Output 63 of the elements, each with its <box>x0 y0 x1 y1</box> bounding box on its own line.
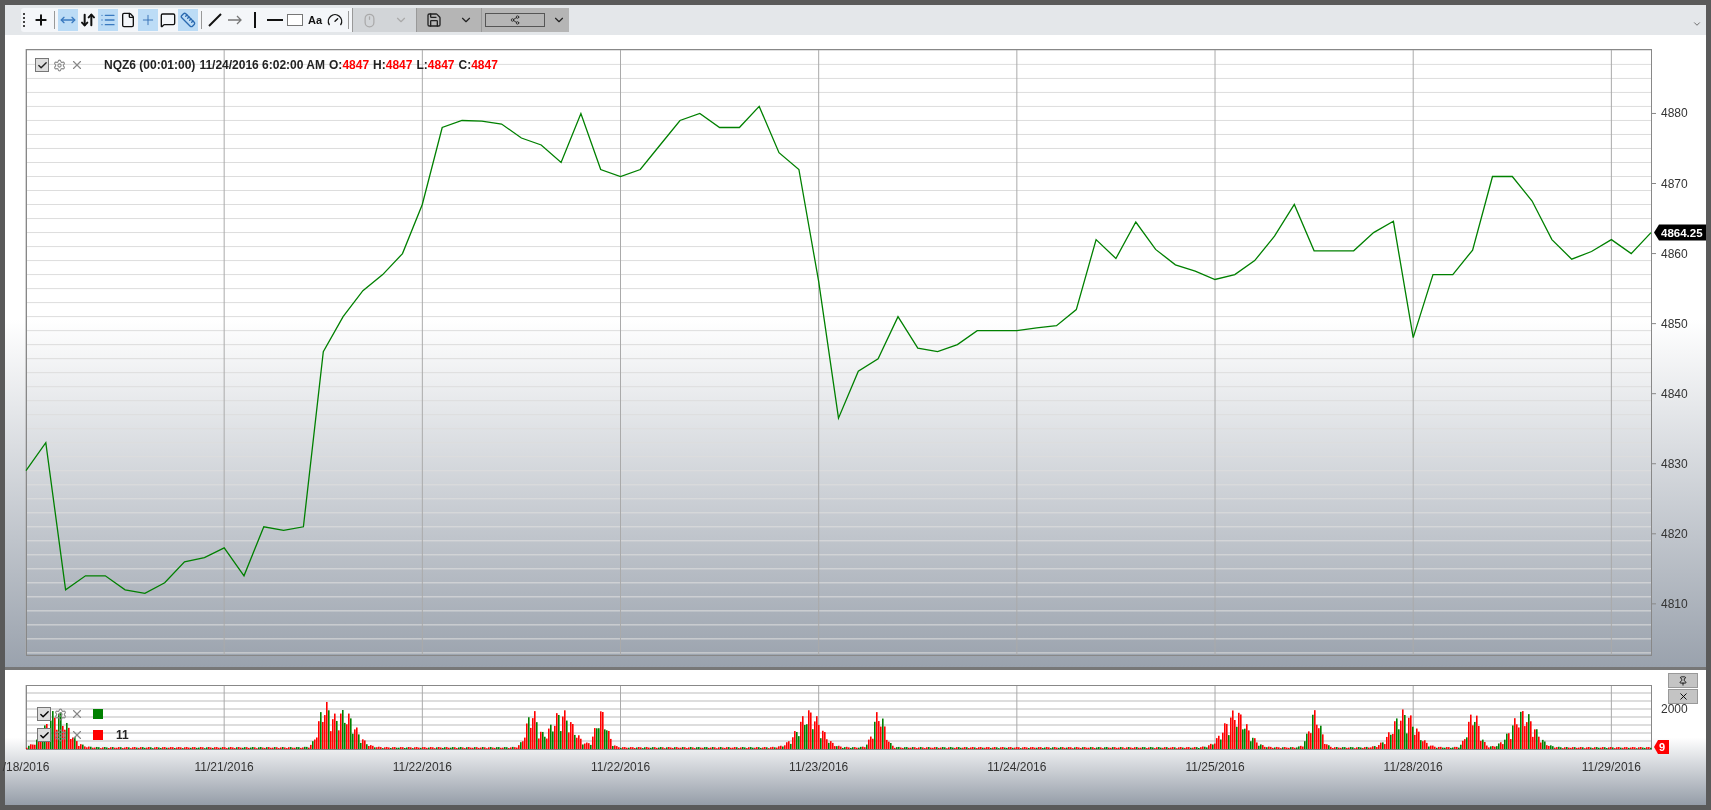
crosshair-icon <box>140 12 156 28</box>
gauge-icon <box>327 12 343 28</box>
y-axis-label: 4840 <box>1661 386 1688 401</box>
x-axis-label: 11/29/2016 <box>1581 760 1641 774</box>
x-axis-label: 11/24/2016 <box>987 760 1047 774</box>
ohlc-label: H: <box>373 58 386 72</box>
list-icon <box>100 12 116 28</box>
y-axis-label: 4860 <box>1661 246 1688 261</box>
volume-badge: 9 <box>1654 740 1669 754</box>
y-axis-label: 4810 <box>1661 596 1688 611</box>
x-axis-label: 11/22/2016 <box>590 760 651 774</box>
close-icon <box>1677 691 1689 702</box>
ohlc-value: 4847 <box>342 58 370 72</box>
last-price-tag: 4864.25 <box>1654 224 1706 241</box>
pin-button[interactable] <box>1668 673 1698 688</box>
arrow-icon <box>227 15 243 25</box>
save-icon <box>425 12 442 28</box>
vertical-line-icon <box>253 12 257 28</box>
mouse-icon <box>361 12 377 28</box>
x-axis-label: 11/22/2016 <box>392 760 452 774</box>
add-icon <box>33 12 49 28</box>
y-axis-label: 4850 <box>1661 316 1688 331</box>
y-axis-label: 4820 <box>1661 526 1688 541</box>
x-axis-label: 11/25/2016 <box>1185 760 1245 774</box>
rectangle-icon <box>287 14 303 26</box>
close-icon[interactable] <box>70 707 84 721</box>
series-value: 11 <box>116 728 129 742</box>
save-dropdown[interactable] <box>416 8 481 32</box>
timestamp-label: 11/24/2016 6:02:00 AM <box>199 58 326 72</box>
ohlc-label: C: <box>458 58 472 72</box>
ohlc-label: O: <box>329 58 343 72</box>
ohlc-label: L: <box>416 58 428 72</box>
overflow-chevron-icon <box>1692 19 1702 29</box>
y-axis-label: 2000 <box>1661 702 1688 716</box>
share-dropdown[interactable] <box>481 8 569 32</box>
share-icon <box>485 13 546 27</box>
ohlc-value: 4847 <box>471 58 498 72</box>
pin-icon <box>1678 675 1688 686</box>
ohlc-value: 4847 <box>427 58 455 72</box>
text-tool-button[interactable]: Aa <box>305 9 325 31</box>
close-button[interactable] <box>1668 689 1698 704</box>
up-down-arrows-icon <box>80 12 96 28</box>
y-axis-label: 4870 <box>1661 176 1688 191</box>
line-icon <box>208 13 222 27</box>
close-icon[interactable] <box>70 58 84 72</box>
close-icon[interactable] <box>70 728 84 742</box>
ruler-tool-button[interactable] <box>178 9 198 31</box>
horizontal-line-icon <box>267 18 283 22</box>
x-axis-label: 11/21/2016 <box>194 760 254 774</box>
ruler-icon <box>180 12 196 28</box>
settings-icon[interactable] <box>54 728 67 742</box>
instrument-label: NQZ6 (00:01:00) <box>104 58 196 72</box>
visibility-checkbox[interactable] <box>35 58 49 72</box>
settings-icon[interactable] <box>54 707 67 721</box>
y-axis-label: 4880 <box>1661 106 1688 121</box>
visibility-checkbox[interactable] <box>37 728 51 742</box>
y-axis-label: 4830 <box>1661 456 1688 471</box>
ohlc-value: 4847 <box>385 58 413 72</box>
comment-icon <box>160 12 176 28</box>
page-icon <box>120 12 136 28</box>
visibility-checkbox[interactable] <box>37 707 51 721</box>
x-axis-label: 11/23/2016 <box>789 760 849 774</box>
x-axis-label: 11/28/2016 <box>1383 760 1443 774</box>
